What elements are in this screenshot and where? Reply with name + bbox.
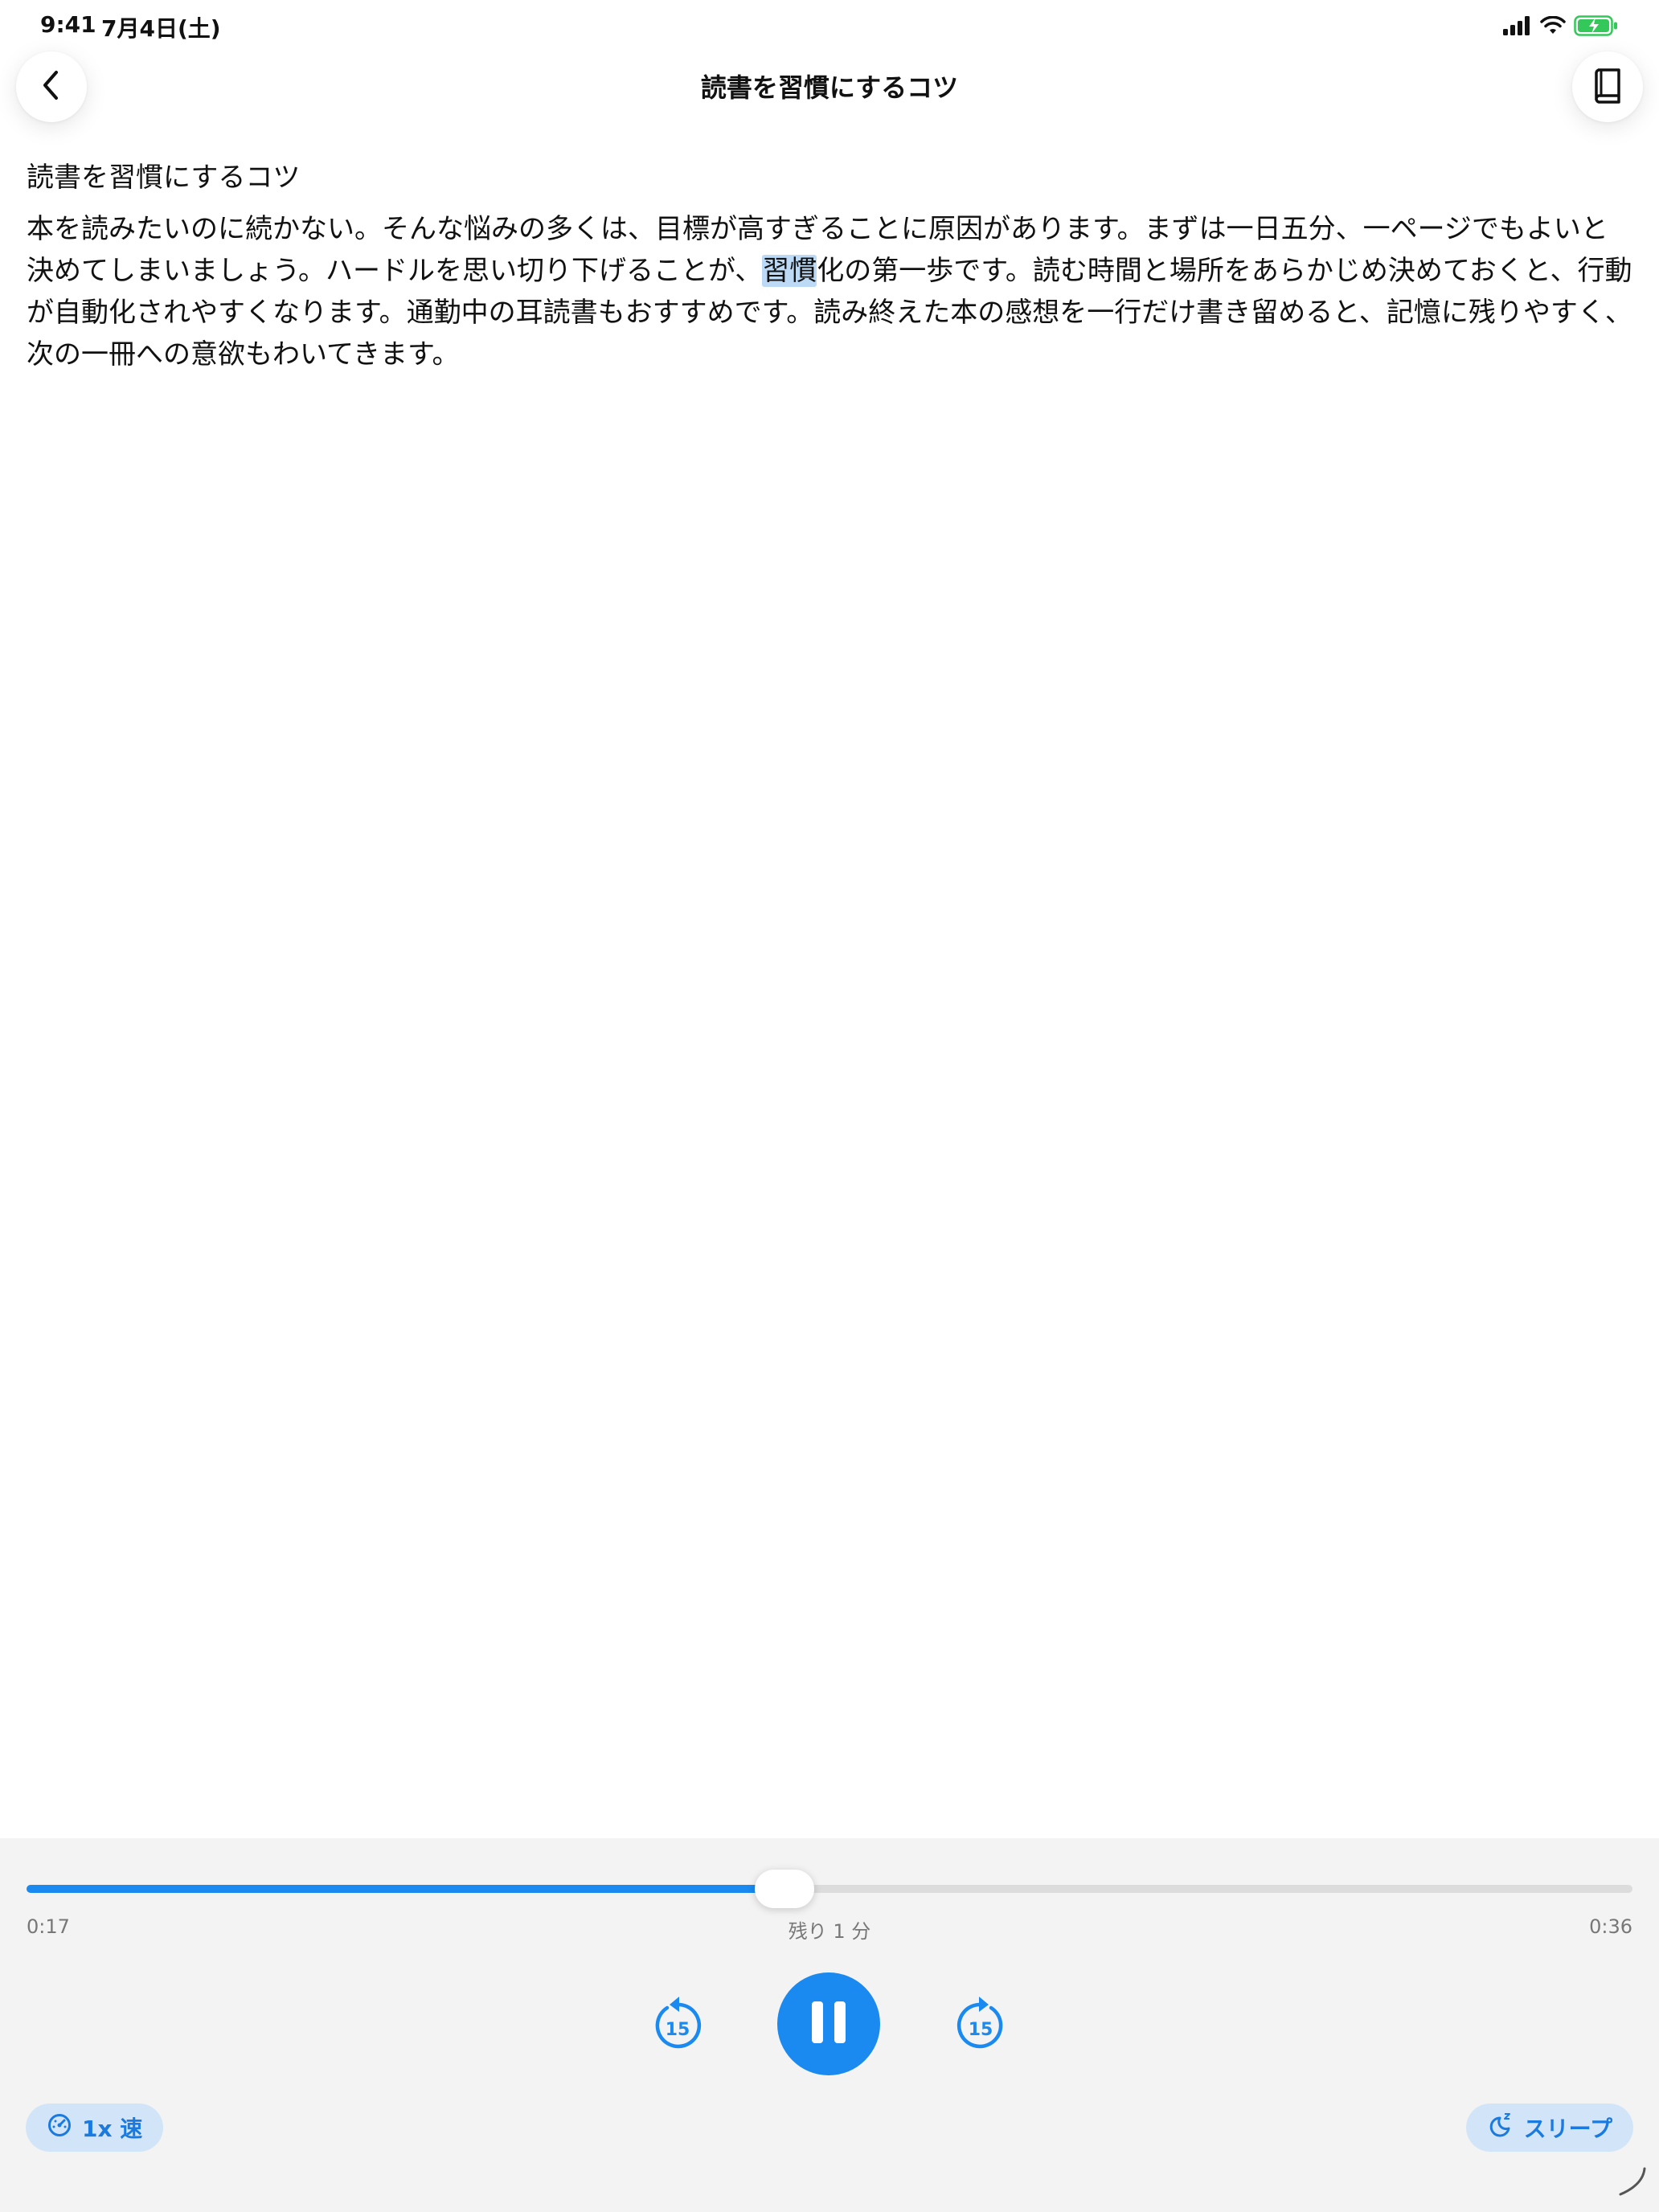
sleep-timer-label: スリープ xyxy=(1523,2116,1612,2142)
remaining-time: 残り 1 分 xyxy=(788,1920,871,1943)
skip-back-label: 15 xyxy=(666,2020,690,2040)
skip-forward-icon: 15 xyxy=(956,1997,1003,2049)
playback-speed-button[interactable]: 1x 速 xyxy=(26,2103,164,2152)
pause-button[interactable] xyxy=(777,1972,880,2075)
skip-forward-15-button[interactable]: 15 xyxy=(948,1993,1013,2057)
book-icon xyxy=(1591,67,1624,107)
total-time: 0:36 xyxy=(1589,1915,1632,1938)
highlighted-word: 習慣 xyxy=(762,255,817,287)
skip-back-15-button[interactable]: 15 xyxy=(645,1993,710,2057)
speedometer-icon xyxy=(47,2112,72,2144)
wifi-icon xyxy=(1540,16,1566,35)
page-title: 読書を習慣にするコツ xyxy=(700,72,959,103)
skip-forward-label: 15 xyxy=(969,2020,993,2040)
sleep-timer-button[interactable]: スリープ xyxy=(1465,2103,1633,2152)
status-date: 7月4日(土) xyxy=(101,15,221,42)
status-bar: 9:41 7月4日(土) xyxy=(0,0,1659,50)
book-button[interactable] xyxy=(1572,51,1643,122)
progress-fill xyxy=(27,1885,785,1893)
skip-back-icon: 15 xyxy=(655,1997,702,2049)
playback-speed-label: 1x 速 xyxy=(82,2116,143,2142)
article: 読書を習慣にするコツ 本を読みたいのに続かない。そんな悩みの多くは、目標が高すぎ… xyxy=(27,157,1634,375)
audio-player: 0:17 残り 1 分 0:36 15 15 1x 速 スリープ xyxy=(0,1838,1659,2212)
cellular-signal-icon xyxy=(1503,16,1532,35)
status-time: 9:41 xyxy=(40,11,96,38)
status-icons xyxy=(1503,13,1619,39)
article-body: 本を読みたいのに続かない。そんな悩みの多くは、目標が高すぎることに原因があります… xyxy=(27,208,1634,375)
progress-slider[interactable] xyxy=(27,1870,1632,1908)
article-heading: 読書を習慣にするコツ xyxy=(27,162,301,194)
pause-icon xyxy=(809,2000,849,2048)
resize-grip-icon xyxy=(1616,2165,1648,2201)
moon-zzz-icon xyxy=(1487,2112,1514,2144)
progress-thumb[interactable] xyxy=(755,1870,815,1908)
battery-charging-icon xyxy=(1574,15,1619,36)
